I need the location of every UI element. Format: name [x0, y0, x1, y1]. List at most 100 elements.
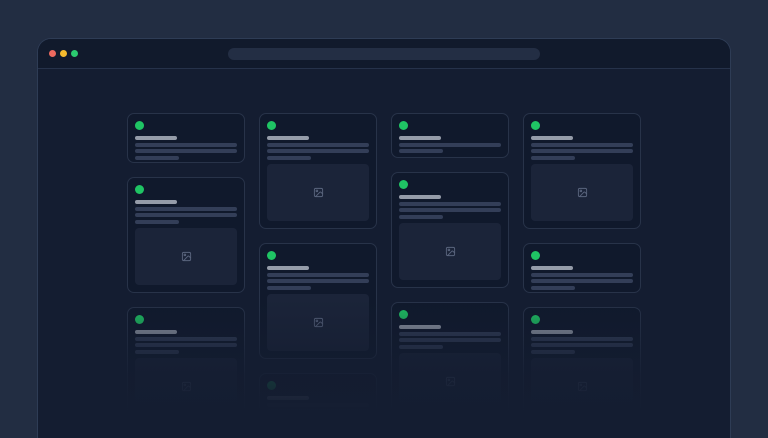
traffic-lights [49, 39, 78, 68]
traffic-light-maximize-button[interactable] [71, 50, 78, 57]
skeleton-line [267, 156, 311, 160]
masonry-column-2 [259, 113, 377, 423]
skeleton-line [267, 416, 311, 420]
feed-card-text[interactable] [259, 373, 377, 423]
skeleton-line [135, 156, 179, 160]
image-placeholder [267, 164, 369, 222]
status-dot-icon [267, 381, 276, 390]
skeleton-title [399, 195, 441, 199]
skeleton-line [135, 343, 237, 347]
feed-card-with-image[interactable] [391, 302, 509, 418]
image-icon [577, 187, 588, 198]
status-dot-icon [531, 251, 540, 260]
skeleton-line [135, 207, 237, 211]
skeleton-line [399, 345, 443, 349]
traffic-light-minimize-button[interactable] [60, 50, 67, 57]
skeleton-line [399, 149, 443, 153]
browser-window [37, 38, 731, 438]
skeleton-line [135, 149, 237, 153]
skeleton-line [399, 143, 501, 147]
masonry-column-1 [127, 113, 245, 423]
skeleton-line [267, 409, 369, 413]
status-dot-icon [399, 121, 408, 130]
skeleton-line [399, 202, 501, 206]
image-icon [577, 381, 588, 392]
skeleton-line [267, 143, 369, 147]
status-dot-icon [267, 251, 276, 260]
image-placeholder [531, 358, 633, 416]
skeleton-line [135, 337, 237, 341]
skeleton-title [267, 136, 309, 140]
feed-card-text[interactable] [127, 113, 245, 163]
traffic-light-close-button[interactable] [49, 50, 56, 57]
skeleton-line [531, 286, 575, 290]
skeleton-title [399, 136, 441, 140]
skeleton-title [531, 136, 573, 140]
feed-card-with-image[interactable] [127, 177, 245, 293]
image-placeholder [135, 228, 237, 286]
skeleton-line [135, 143, 237, 147]
status-dot-icon [267, 121, 276, 130]
skeleton-title [135, 330, 177, 334]
image-icon [445, 246, 456, 257]
status-dot-icon [135, 315, 144, 324]
feed-card-with-image[interactable] [127, 307, 245, 423]
feed-card-with-image[interactable] [523, 113, 641, 229]
skeleton-line [267, 273, 369, 277]
image-icon [181, 381, 192, 392]
skeleton-line [399, 332, 501, 336]
skeleton-line [399, 208, 501, 212]
feed-card-with-image[interactable] [259, 113, 377, 229]
feed-card-text[interactable] [391, 113, 509, 158]
skeleton-line [531, 337, 633, 341]
status-dot-icon [399, 310, 408, 319]
image-icon [313, 317, 324, 328]
status-dot-icon [135, 185, 144, 194]
skeleton-line [135, 350, 179, 354]
image-placeholder [135, 358, 237, 416]
skeleton-title [399, 325, 441, 329]
image-icon [445, 376, 456, 387]
skeleton-line [135, 213, 237, 217]
skeleton-line [135, 220, 179, 224]
skeleton-line [531, 273, 633, 277]
skeleton-line [531, 279, 633, 283]
status-dot-icon [531, 121, 540, 130]
skeleton-line [267, 149, 369, 153]
image-icon [181, 251, 192, 262]
skeleton-line [267, 286, 311, 290]
card-grid [127, 113, 641, 423]
titlebar[interactable] [38, 39, 730, 69]
skeleton-title [267, 266, 309, 270]
feed-card-with-image[interactable] [259, 243, 377, 359]
skeleton-title [267, 396, 309, 400]
status-dot-icon [399, 180, 408, 189]
image-placeholder [399, 223, 501, 281]
image-placeholder [399, 353, 501, 411]
skeleton-title [135, 200, 177, 204]
skeleton-line [531, 343, 633, 347]
status-dot-icon [135, 121, 144, 130]
skeleton-line [399, 215, 443, 219]
masonry-column-4 [523, 113, 641, 423]
skeleton-line [531, 350, 575, 354]
image-icon [313, 187, 324, 198]
skeleton-line [267, 279, 369, 283]
image-placeholder [531, 164, 633, 222]
image-placeholder [267, 294, 369, 352]
skeleton-line [399, 338, 501, 342]
page-content [38, 70, 730, 438]
skeleton-title [531, 266, 573, 270]
status-dot-icon [531, 315, 540, 324]
skeleton-title [135, 136, 177, 140]
skeleton-line [267, 403, 369, 407]
feed-card-text[interactable] [523, 243, 641, 293]
skeleton-title [531, 330, 573, 334]
feed-card-with-image[interactable] [523, 307, 641, 423]
skeleton-line [531, 143, 633, 147]
skeleton-line [531, 156, 575, 160]
masonry-column-3 [391, 113, 509, 423]
skeleton-line [531, 149, 633, 153]
address-bar[interactable] [228, 48, 540, 60]
feed-card-with-image[interactable] [391, 172, 509, 288]
